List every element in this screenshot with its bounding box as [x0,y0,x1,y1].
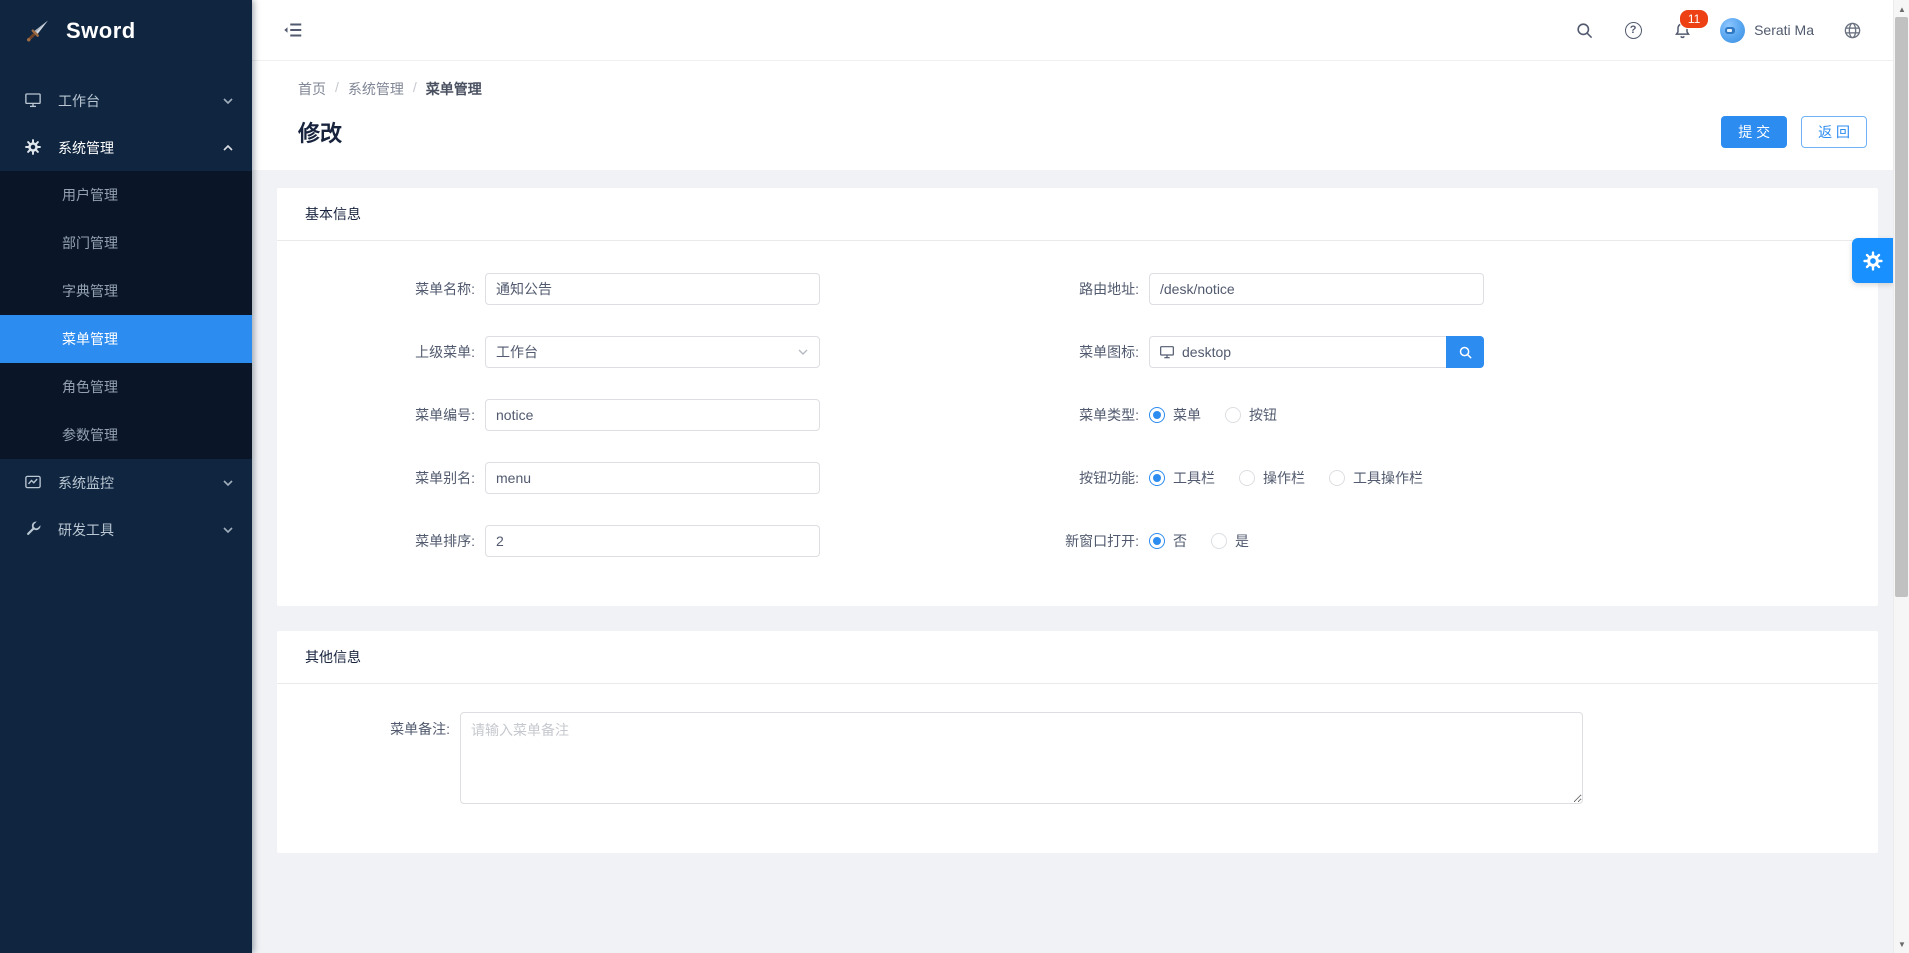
parent-menu-select[interactable]: 工作台 [485,336,820,368]
theme-settings-button[interactable] [1852,238,1893,283]
route-path-input[interactable] [1149,273,1484,305]
user-name: Serati Ma [1754,22,1814,38]
radio-yes[interactable] [1211,533,1227,549]
sidebar-menu: 工作台 [0,61,252,953]
menu-name-input[interactable] [485,273,820,305]
notification-bell-icon[interactable]: 11 [1671,19,1693,41]
breadcrumb-home[interactable]: 首页 [298,79,326,99]
chevron-down-icon [222,524,234,536]
page-title: 修改 [298,116,342,148]
menu-alias-input[interactable] [485,462,820,494]
radio-action-bar[interactable] [1239,470,1255,486]
menu-type-label: 菜单类型: [820,405,1149,425]
breadcrumb-system[interactable]: 系统管理 [348,79,404,99]
search-icon [1458,345,1473,360]
button-func-radio-group: 工具栏 操作栏 工具操作栏 [1149,468,1439,488]
radio-button[interactable] [1225,407,1241,423]
scrollbar-up-arrow[interactable]: ▲ [1894,1,1909,17]
menu-remark-label: 菜单备注: [277,712,460,739]
sidebar-item-dept-management[interactable]: 部门管理 [0,219,252,267]
sidebar-item-param-management[interactable]: 参数管理 [0,411,252,459]
app-logo[interactable]: Sword [0,0,252,61]
chevron-up-icon [222,142,234,154]
search-icon[interactable] [1573,19,1595,41]
radio-menu[interactable] [1149,407,1165,423]
new-window-label: 新窗口打开: [820,531,1149,551]
basic-info-title: 基本信息 [277,188,1878,241]
chevron-down-icon [222,477,234,489]
desktop-icon [24,91,44,111]
menu-sort-label: 菜单排序: [277,531,485,551]
menu-code-input[interactable] [485,399,820,431]
sidebar-item-system-management[interactable]: 系统管理 [0,124,252,171]
page-header: 首页 / 系统管理 / 菜单管理 修改 提 交 返 回 [252,61,1909,170]
menu-fold-icon[interactable] [282,19,304,41]
menu-alias-label: 菜单别名: [277,468,485,488]
menu-sort-input[interactable] [485,525,820,557]
icon-search-button[interactable] [1446,336,1484,368]
menu-code-label: 菜单编号: [277,405,485,425]
notification-badge: 11 [1679,9,1709,29]
button-func-label: 按钮功能: [820,468,1149,488]
parent-menu-label: 上级菜单: [277,342,485,362]
radio-no[interactable] [1149,533,1165,549]
system-management-submenu: 用户管理 部门管理 字典管理 菜单管理 角色管理 参数管理 [0,171,252,459]
menu-remark-textarea[interactable] [460,712,1583,804]
other-info-title: 其他信息 [277,631,1878,684]
sidebar-item-dev-tools[interactable]: 研发工具 [0,506,252,553]
menu-icon-label: 菜单图标: [820,342,1149,362]
breadcrumb-current: 菜单管理 [426,79,482,99]
sword-logo-icon [22,16,52,46]
sidebar-item-role-management[interactable]: 角色管理 [0,363,252,411]
sidebar: Sword 工作台 [0,0,252,953]
window-scrollbar[interactable]: ▲ ▼ [1893,0,1909,953]
sidebar-item-workbench[interactable]: 工作台 [0,77,252,124]
user-menu[interactable]: Serati Ma [1720,18,1814,43]
main-area: ? 11 Serati Ma [252,0,1909,953]
sidebar-item-system-monitor[interactable]: 系统监控 [0,459,252,506]
avatar [1720,18,1745,43]
globe-icon[interactable] [1841,19,1863,41]
route-path-label: 路由地址: [820,279,1149,299]
chevron-down-icon [222,95,234,107]
app-title: Sword [66,18,136,44]
help-icon[interactable]: ? [1622,19,1644,41]
breadcrumb: 首页 / 系统管理 / 菜单管理 [298,79,1867,99]
monitor-chart-icon [24,473,44,493]
sidebar-item-menu-management[interactable]: 菜单管理 [0,315,252,363]
gear-icon [24,138,44,158]
radio-tool-action-bar[interactable] [1329,470,1345,486]
menu-icon-input[interactable]: desktop [1149,336,1446,368]
app-window: Sword 工作台 [0,0,1909,953]
wrench-icon [24,520,44,540]
sidebar-item-user-management[interactable]: 用户管理 [0,171,252,219]
radio-toolbar[interactable] [1149,470,1165,486]
page-actions: 提 交 返 回 [1721,116,1867,148]
menu-name-label: 菜单名称: [277,279,485,299]
submit-button[interactable]: 提 交 [1721,116,1787,148]
sidebar-item-dict-management[interactable]: 字典管理 [0,267,252,315]
topbar-actions: ? 11 Serati Ma [1573,18,1863,43]
topbar: ? 11 Serati Ma [252,0,1909,61]
scrollbar-down-arrow[interactable]: ▼ [1894,936,1909,952]
basic-info-card: 基本信息 菜单名称: 路由地址: 上级 [277,188,1878,606]
content: 基本信息 菜单名称: 路由地址: 上级 [252,170,1909,953]
menu-type-radio-group: 菜单 按钮 [1149,405,1293,425]
new-window-radio-group: 否 是 [1149,531,1265,551]
other-info-card: 其他信息 菜单备注: [277,631,1878,853]
chevron-down-icon [797,346,809,358]
scrollbar-thumb[interactable] [1895,17,1908,597]
gear-icon [1862,250,1884,272]
back-button[interactable]: 返 回 [1801,116,1867,148]
desktop-icon [1159,344,1175,360]
